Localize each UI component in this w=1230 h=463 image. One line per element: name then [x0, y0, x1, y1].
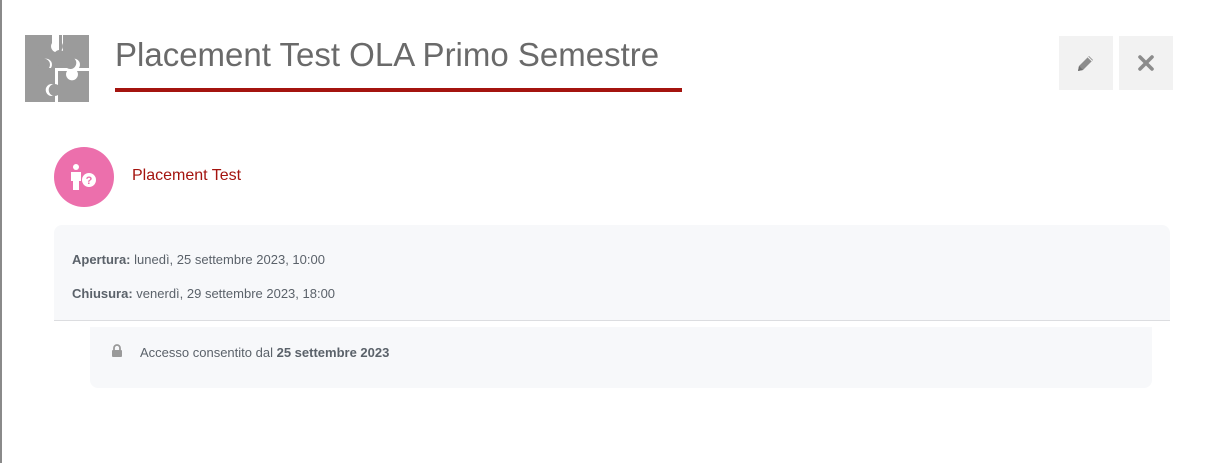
edit-button[interactable] [1059, 36, 1113, 90]
title-underline [115, 88, 682, 92]
close-date-value: venerdì, 29 settembre 2023, 18:00 [136, 286, 336, 301]
puzzle-icon [25, 35, 89, 102]
page: Placement Test OLA Primo Semestre ? Plac… [0, 0, 1230, 463]
page-title: Placement Test OLA Primo Semestre [115, 36, 660, 73]
open-date: Apertura: lunedì, 25 settembre 2023, 10:… [72, 252, 325, 268]
activity-dates: Apertura: lunedì, 25 settembre 2023, 10:… [54, 225, 1170, 321]
lock-icon [112, 344, 122, 357]
pencil-icon [1078, 56, 1093, 71]
open-date-value: lunedì, 25 settembre 2023, 10:00 [134, 252, 325, 267]
activity-name-link[interactable]: Placement Test [132, 166, 241, 186]
open-date-label: Apertura: [72, 252, 131, 267]
restriction-date: 25 settembre 2023 [276, 345, 390, 360]
person-question-icon: ? [71, 164, 96, 190]
close-button[interactable] [1119, 36, 1173, 90]
access-restriction: Accesso consentito dal 25 settembre 2023 [90, 327, 1152, 388]
close-icon [1138, 55, 1154, 71]
svg-text:?: ? [86, 175, 93, 187]
close-date: Chiusura: venerdì, 29 settembre 2023, 18… [72, 286, 335, 302]
activity-icon: ? [54, 147, 114, 207]
close-date-label: Chiusura: [72, 286, 133, 301]
page-header: Placement Test OLA Primo Semestre [115, 36, 682, 92]
restriction-text: Accesso consentito dal 25 settembre 2023 [140, 345, 389, 361]
restriction-label: Accesso consentito dal [140, 345, 273, 360]
